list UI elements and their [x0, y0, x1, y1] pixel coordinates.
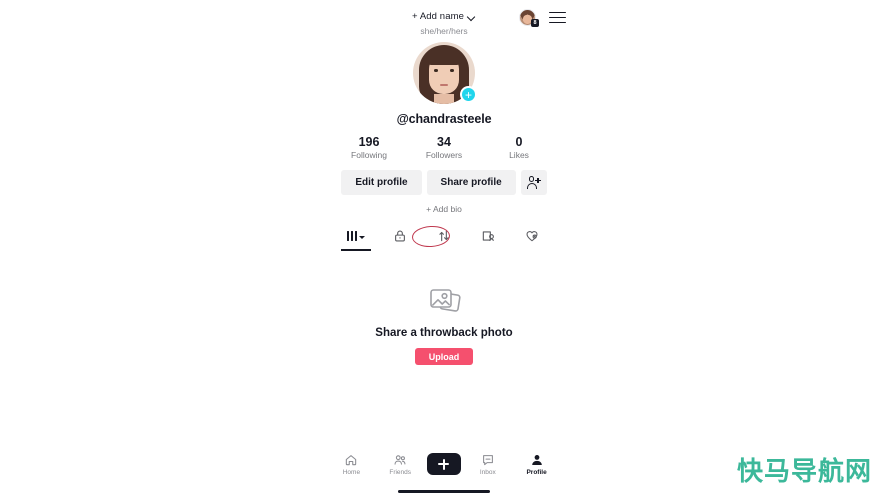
profile-avatar-wrap[interactable]: +: [413, 42, 477, 104]
grid-bars: [347, 231, 357, 241]
grid-bar: [354, 231, 357, 241]
profile-stats: 196 Following 34 Followers 0 Likes: [313, 135, 575, 160]
tab-private[interactable]: [378, 223, 422, 249]
stat-followers[interactable]: 34 Followers: [418, 135, 470, 160]
menu-line: [549, 21, 566, 24]
home-icon: [346, 454, 357, 465]
site-watermark: 快马导航网: [736, 457, 872, 487]
person-filled-icon: [531, 454, 542, 465]
stat-likes[interactable]: 0 Likes: [493, 135, 545, 160]
plus-bar-v: [443, 458, 446, 470]
chevron-down-icon: [467, 13, 476, 22]
nav-item-friends[interactable]: Friends: [378, 453, 422, 476]
chevron-down-icon: [358, 235, 365, 239]
add-bio-button[interactable]: + Add bio: [313, 204, 575, 214]
heart-hidden-icon: [526, 231, 538, 242]
active-tab-underline: [341, 249, 371, 251]
tagged-photo-icon: [482, 231, 494, 241]
top-bar: + Add name she/her/hers 8: [313, 0, 575, 40]
nav-label: Inbox: [479, 468, 496, 476]
grid-bar: [351, 231, 353, 241]
person-add-icon: [526, 176, 541, 189]
edit-profile-button[interactable]: Edit profile: [341, 170, 422, 195]
stat-count: 196: [358, 135, 380, 149]
profile-actions: Edit profile Share profile: [313, 170, 575, 195]
menu-line: [549, 16, 566, 19]
person-body: [526, 182, 537, 189]
add-photo-badge-icon[interactable]: +: [460, 86, 477, 103]
photo-stack-svg: [430, 289, 461, 312]
nav-label: Home: [342, 468, 361, 476]
stat-label: Followers: [425, 150, 463, 160]
stat-count: 0: [515, 135, 523, 149]
top-bar-actions: 8: [519, 9, 566, 27]
plus-bar-v: [537, 177, 539, 183]
hamburger-menu-icon[interactable]: [549, 11, 566, 24]
empty-state: Share a throwback photo Upload: [313, 285, 575, 365]
add-friend-button[interactable]: [520, 170, 547, 195]
grid-bar: [347, 231, 350, 241]
add-name-button[interactable]: + Add name: [412, 11, 476, 22]
photo-stack-icon: [428, 285, 461, 315]
avatar-neck: [434, 94, 454, 104]
create-plus-icon: [438, 458, 450, 470]
tab-tagged[interactable]: [466, 223, 510, 249]
nav-item-profile[interactable]: Profile: [515, 453, 559, 476]
add-name-label: + Add name: [412, 11, 464, 22]
avatar-eye-right: [450, 69, 454, 72]
avatar-badge: 8: [531, 19, 539, 27]
phone-viewport: + Add name she/her/hers 8 + @chandrastee…: [313, 0, 575, 500]
nav-label: Profile: [526, 468, 547, 476]
stat-following[interactable]: 196 Following: [343, 135, 395, 160]
account-switch-avatar[interactable]: 8: [519, 9, 539, 27]
home-indicator: [398, 490, 490, 493]
grid-view-icon: [347, 231, 365, 241]
stat-label: Likes: [509, 150, 529, 160]
stat-label: Following: [351, 150, 387, 160]
profile-username: @chandrasteele: [396, 112, 492, 126]
tab-liked[interactable]: [510, 223, 554, 249]
tab-grid[interactable]: [334, 223, 378, 251]
menu-line: [549, 11, 566, 14]
repost-arrows-icon: [439, 230, 449, 242]
lock-icon: [395, 230, 405, 242]
screenshot-root: + Add name she/her/hers 8 + @chandrastee…: [0, 0, 888, 500]
nav-label: Friends: [389, 468, 412, 476]
create-post-button[interactable]: [423, 453, 464, 475]
upload-button[interactable]: Upload: [415, 348, 473, 365]
avatar-hair-front: [426, 49, 462, 65]
empty-state-title: Share a throwback photo: [375, 327, 513, 339]
nav-item-inbox[interactable]: Inbox: [466, 453, 510, 476]
nav-item-home[interactable]: Home: [329, 453, 373, 476]
friends-icon: [394, 454, 406, 465]
pronouns-label: she/her/hers: [420, 26, 468, 36]
tab-reposts[interactable]: [422, 223, 466, 249]
bottom-navigation: Home Friends Inbox Profile: [313, 446, 575, 482]
stat-count: 34: [437, 135, 451, 149]
share-profile-button[interactable]: Share profile: [426, 170, 516, 195]
profile-tabs: [313, 223, 575, 251]
inbox-icon: [482, 454, 493, 465]
person-head: [528, 176, 535, 182]
avatar-eye-left: [434, 69, 438, 72]
